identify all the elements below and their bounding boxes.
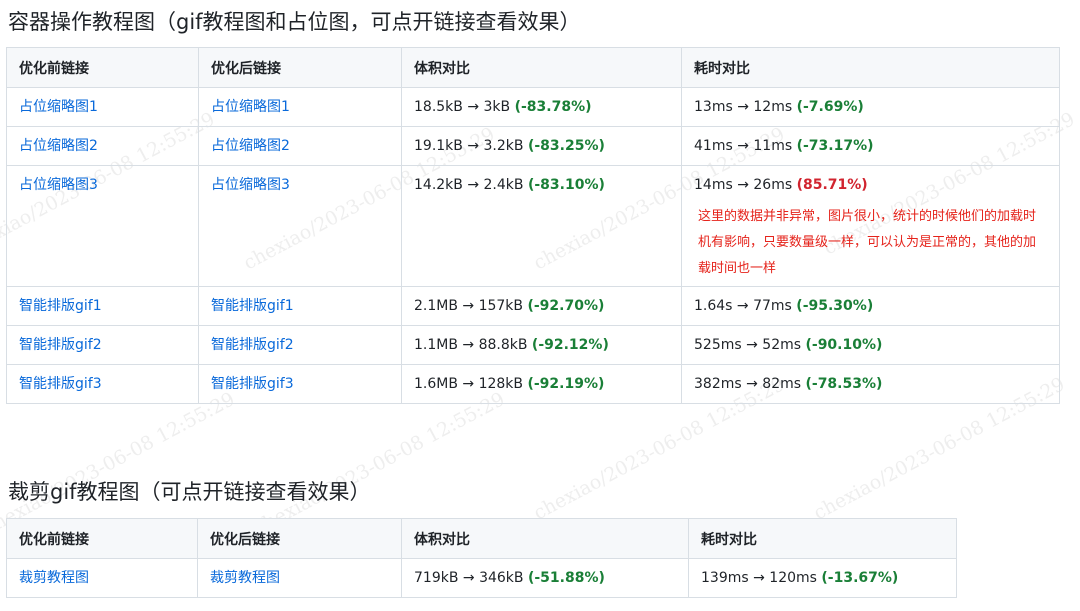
size-change-percent: (-92.12%)	[531, 337, 609, 353]
crop-tutorial-table: 优化前链接 优化后链接 体积对比 耗时对比 裁剪教程图 裁剪教程图 719kB …	[6, 518, 957, 598]
before-link[interactable]: 智能排版gif3	[19, 376, 102, 392]
section-title: 裁剪gif教程图（可点开链接查看效果）	[8, 480, 371, 504]
table-row: 智能排版gif1 智能排版gif1 2.1MB → 157kB (-92.70%…	[6, 286, 1060, 326]
size-values: 2.1MB → 157kB	[414, 298, 528, 314]
time-values: 525ms → 52ms	[694, 337, 806, 353]
column-header: 优化后链接	[198, 47, 402, 88]
after-link[interactable]: 智能排版gif3	[211, 376, 294, 392]
time-change-percent: (-95.30%)	[796, 298, 874, 314]
size-change-percent: (-92.70%)	[527, 298, 605, 314]
time-values: 13ms → 12ms	[694, 99, 797, 115]
size-change-percent: (-92.19%)	[527, 376, 605, 392]
time-change-percent: (-73.17%)	[796, 138, 874, 154]
time-comparison: 41ms → 11ms (-73.17%)	[681, 126, 1060, 166]
table-row: 占位缩略图2 占位缩略图2 19.1kB → 3.2kB (-83.25%) 4…	[6, 126, 1060, 166]
time-change-percent: (-78.53%)	[805, 376, 883, 392]
size-comparison: 719kB → 346kB (-51.88%)	[401, 558, 689, 598]
before-link[interactable]: 智能排版gif2	[19, 337, 102, 353]
size-values: 1.6MB → 128kB	[414, 376, 528, 392]
section-title: 容器操作教程图（gif教程图和占位图，可点开链接查看效果）	[8, 10, 581, 34]
time-comparison: 13ms → 12ms (-7.69%)	[681, 87, 1060, 127]
table-row: 智能排版gif2 智能排版gif2 1.1MB → 88.8kB (-92.12…	[6, 325, 1060, 365]
table-row: 占位缩略图3 占位缩略图3 14.2kB → 2.4kB (-83.10%) 1…	[6, 165, 1060, 287]
time-values: 41ms → 11ms	[694, 138, 797, 154]
size-comparison: 19.1kB → 3.2kB (-83.25%)	[401, 126, 682, 166]
column-header: 耗时对比	[688, 518, 957, 559]
column-header: 优化前链接	[6, 47, 199, 88]
time-change-percent: (-90.10%)	[805, 337, 883, 353]
column-header: 优化前链接	[6, 518, 198, 559]
column-header: 耗时对比	[681, 47, 1060, 88]
time-change-percent: (85.71%)	[796, 177, 868, 193]
column-header: 体积对比	[401, 518, 689, 559]
table-row: 智能排版gif3 智能排版gif3 1.6MB → 128kB (-92.19%…	[6, 364, 1060, 404]
after-link[interactable]: 裁剪教程图	[210, 570, 280, 586]
before-link[interactable]: 智能排版gif1	[19, 298, 102, 314]
size-change-percent: (-83.10%)	[527, 177, 605, 193]
after-link[interactable]: 智能排版gif1	[211, 298, 294, 314]
time-comparison: 14ms → 26ms (85.71%) 这里的数据并非异常，图片很小，统计的时…	[681, 165, 1060, 287]
size-comparison: 2.1MB → 157kB (-92.70%)	[401, 286, 682, 326]
column-header: 体积对比	[401, 47, 682, 88]
size-values: 719kB → 346kB	[414, 570, 528, 586]
anomaly-note: 这里的数据并非异常，图片很小，统计的时候他们的加载时机有影响，只要数量级一样，可…	[698, 209, 1037, 276]
before-link[interactable]: 占位缩略图3	[19, 177, 98, 193]
size-comparison: 1.6MB → 128kB (-92.19%)	[401, 364, 682, 404]
size-comparison: 14.2kB → 2.4kB (-83.10%)	[401, 165, 682, 287]
column-header: 优化后链接	[197, 518, 402, 559]
time-values: 139ms → 120ms	[701, 570, 822, 586]
before-link[interactable]: 占位缩略图1	[19, 99, 98, 115]
size-change-percent: (-83.78%)	[514, 99, 592, 115]
table-header-row: 优化前链接 优化后链接 体积对比 耗时对比	[6, 47, 1060, 88]
before-link[interactable]: 占位缩略图2	[19, 138, 98, 154]
size-comparison: 18.5kB → 3kB (-83.78%)	[401, 87, 682, 127]
container-tutorial-table: 优化前链接 优化后链接 体积对比 耗时对比 占位缩略图1 占位缩略图1 18.5…	[6, 47, 1060, 404]
watermark: chexiao/2023-06-08 12:55:29	[250, 388, 509, 540]
size-change-percent: (-83.25%)	[527, 138, 605, 154]
time-change-percent: (-13.67%)	[821, 570, 899, 586]
before-link[interactable]: 裁剪教程图	[19, 570, 89, 586]
size-comparison: 1.1MB → 88.8kB (-92.12%)	[401, 325, 682, 365]
table-row: 裁剪教程图 裁剪教程图 719kB → 346kB (-51.88%) 139m…	[6, 558, 957, 598]
table-header-row: 优化前链接 优化后链接 体积对比 耗时对比	[6, 518, 957, 559]
time-values: 14ms → 26ms	[694, 177, 797, 193]
time-comparison: 382ms → 82ms (-78.53%)	[681, 364, 1060, 404]
size-values: 14.2kB → 2.4kB	[414, 177, 528, 193]
size-values: 19.1kB → 3.2kB	[414, 138, 528, 154]
time-values: 382ms → 82ms	[694, 376, 806, 392]
after-link[interactable]: 占位缩略图1	[211, 99, 290, 115]
time-values: 1.64s → 77ms	[694, 298, 797, 314]
after-link[interactable]: 占位缩略图3	[211, 177, 290, 193]
after-link[interactable]: 占位缩略图2	[211, 138, 290, 154]
time-change-percent: (-7.69%)	[796, 99, 864, 115]
watermark: chexiao/2023-06-08 12:55:29	[0, 388, 239, 540]
after-link[interactable]: 智能排版gif2	[211, 337, 294, 353]
size-change-percent: (-51.88%)	[527, 570, 605, 586]
time-comparison: 525ms → 52ms (-90.10%)	[681, 325, 1060, 365]
size-values: 1.1MB → 88.8kB	[414, 337, 532, 353]
time-comparison: 1.64s → 77ms (-95.30%)	[681, 286, 1060, 326]
time-comparison: 139ms → 120ms (-13.67%)	[688, 558, 957, 598]
table-row: 占位缩略图1 占位缩略图1 18.5kB → 3kB (-83.78%) 13m…	[6, 87, 1060, 127]
size-values: 18.5kB → 3kB	[414, 99, 515, 115]
